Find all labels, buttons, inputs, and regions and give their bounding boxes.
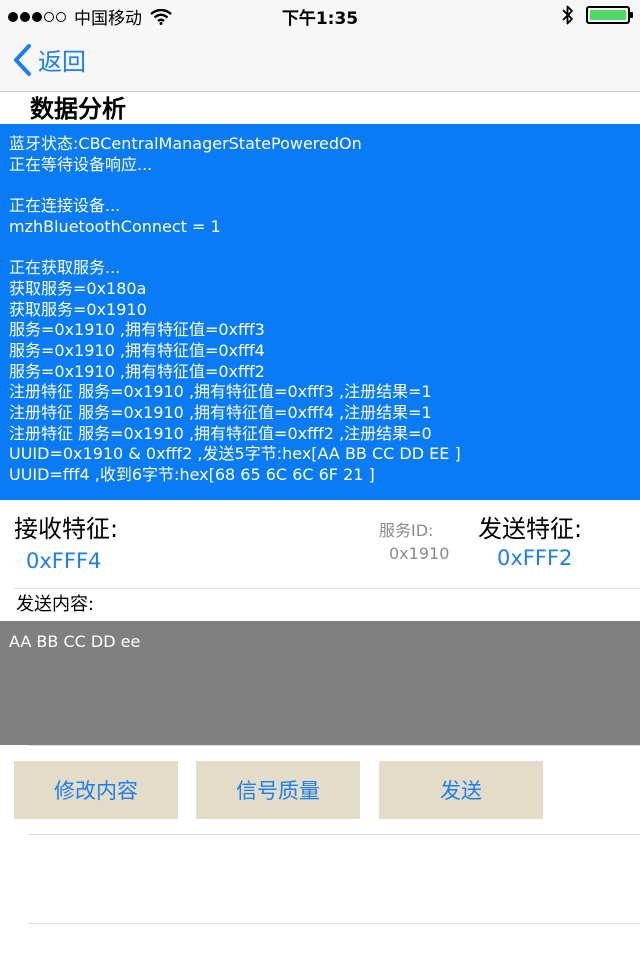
- log-line: 蓝牙状态:CBCentralManagerStatePoweredOn: [9, 134, 362, 153]
- divider: [14, 588, 640, 589]
- log-line: 正在等待设备响应...: [9, 154, 153, 174]
- modify-content-button[interactable]: 修改内容: [14, 761, 178, 819]
- service-id-value: 0x1910: [389, 544, 450, 563]
- log-line: 获取服务=0x1910: [9, 299, 147, 319]
- log-line: 服务=0x1910 ,拥有特征值=0xfff2: [9, 361, 265, 381]
- log-line: UUID=fff4 ,收到6字节:hex[68 65 6C 6C 6F 21 ]: [9, 465, 375, 484]
- log-textview[interactable]: 蓝牙状态:CBCentralManagerStatePoweredOn 正在等待…: [0, 124, 640, 500]
- log-line: 获取服务=0x180a: [9, 278, 147, 298]
- divider: [28, 834, 640, 835]
- log-line: 正在获取服务...: [9, 258, 121, 278]
- log-line: 注册特征 服务=0x1910 ,拥有特征值=0xfff3 ,注册结果=1: [9, 382, 432, 402]
- battery-fill: [590, 10, 626, 20]
- log-line: UUID=0x1910 & 0xfff2 ,发送5字节:hex[AA BB CC…: [9, 444, 461, 464]
- log-line: 服务=0x1910 ,拥有特征值=0xfff4: [9, 340, 265, 360]
- status-bar: 中国移动 下午1:35: [0, 0, 640, 30]
- section-title: 数据分析: [30, 95, 126, 123]
- back-label: 返回: [38, 48, 86, 76]
- battery-icon: [586, 6, 633, 24]
- receive-characteristic-value[interactable]: 0xFFF4: [26, 548, 101, 574]
- status-time: 下午1:35: [281, 9, 359, 29]
- send-characteristic-label: 发送特征:: [478, 515, 583, 543]
- log-line: 注册特征 服务=0x1910 ,拥有特征值=0xfff2 ,注册结果=0: [9, 423, 432, 443]
- status-right: [562, 5, 633, 25]
- send-characteristic-value[interactable]: 0xFFF2: [497, 545, 572, 571]
- chevron-left-icon: [14, 43, 31, 76]
- navigation-bar: 返回: [0, 30, 640, 92]
- signal-quality-button[interactable]: 信号质量: [196, 761, 360, 819]
- log-line: 注册特征 服务=0x1910 ,拥有特征值=0xfff4 ,注册结果=1: [9, 402, 432, 422]
- log-line: 服务=0x1910 ,拥有特征值=0xfff3: [9, 320, 265, 340]
- divider: [28, 923, 640, 924]
- receive-characteristic-label: 接收特征:: [14, 515, 119, 543]
- back-button[interactable]: 返回: [12, 42, 86, 77]
- send-content-textarea[interactable]: AA BB CC DD ee: [0, 621, 640, 745]
- log-line: 正在连接设备...: [9, 196, 121, 216]
- bluetooth-icon: [562, 5, 573, 25]
- log-line: mzhBluetoothConnect = 1: [9, 216, 221, 236]
- send-content-label: 发送内容:: [16, 594, 95, 615]
- divider: [28, 745, 640, 746]
- send-button[interactable]: 发送: [379, 761, 543, 819]
- service-id-label: 服务ID:: [379, 521, 434, 540]
